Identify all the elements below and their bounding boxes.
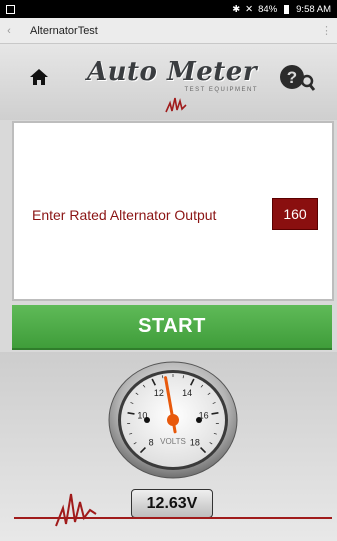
start-button[interactable]: START bbox=[12, 305, 332, 350]
gauge-right-dot bbox=[196, 417, 202, 423]
brand-mark-icon bbox=[165, 97, 187, 113]
gauge-tick-label: 12 bbox=[154, 388, 164, 398]
rated-output-input[interactable]: 160 bbox=[272, 198, 318, 230]
gauge-tick-label: 8 bbox=[149, 437, 154, 447]
voltmeter-gauge: 81012 141618 VOLTS bbox=[108, 361, 238, 479]
app-title: AlternatorTest bbox=[30, 24, 98, 37]
gauge-tick bbox=[211, 412, 219, 415]
action-bar: ‹ AlternatorTest ⋮ bbox=[0, 18, 337, 44]
voltage-readout: 12.63V bbox=[131, 489, 213, 518]
rated-output-label: Enter Rated Alternator Output bbox=[32, 207, 217, 223]
clock: 9:58 AM bbox=[296, 3, 331, 15]
brand-name: Auto Meter bbox=[86, 57, 258, 87]
home-icon[interactable] bbox=[29, 67, 49, 87]
gauge-tick-label: 14 bbox=[182, 388, 192, 398]
back-icon[interactable]: ‹ bbox=[0, 25, 18, 37]
brand-subtitle: TEST EQUIPMENT bbox=[184, 87, 258, 93]
battery-percent: 84% bbox=[258, 3, 278, 15]
signal-icon: ✕ bbox=[245, 3, 254, 15]
gauge-tick-label: 18 bbox=[190, 437, 200, 447]
overflow-menu-icon[interactable]: ⋮ bbox=[315, 24, 337, 37]
gauge-left-dot bbox=[144, 417, 150, 423]
brand-logo: Auto Meter TEST EQUIPMENT bbox=[84, 57, 260, 93]
app-header: Auto Meter TEST EQUIPMENT ? bbox=[0, 44, 337, 120]
svg-text:?: ? bbox=[287, 68, 297, 87]
gauge-unit-label: VOLTS bbox=[160, 437, 186, 446]
gauge-hub bbox=[167, 414, 179, 426]
footer-brand-mark-icon bbox=[55, 493, 97, 527]
bluetooth-icon: ✱ bbox=[232, 3, 241, 15]
status-bar: ✱ ✕ 84% 9:58 AM bbox=[0, 0, 337, 18]
gauge-tick bbox=[127, 412, 135, 415]
help-search-icon[interactable]: ? bbox=[278, 62, 316, 92]
gallery-notification-icon bbox=[6, 4, 15, 14]
input-panel: Enter Rated Alternator Output 160 bbox=[12, 121, 334, 301]
battery-icon bbox=[284, 4, 290, 14]
